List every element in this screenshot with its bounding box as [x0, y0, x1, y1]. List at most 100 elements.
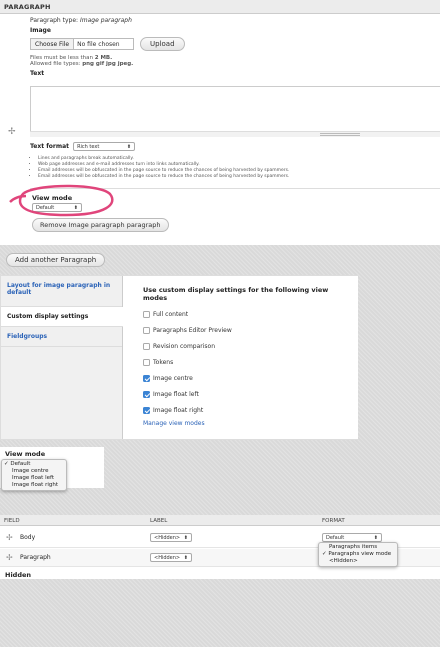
text-format-value: Rich text [77, 143, 100, 150]
select-arrows-icon: ⬍ [373, 534, 378, 541]
view-mode-checkbox[interactable] [143, 342, 150, 350]
drag-handle-icon[interactable]: ✢ [6, 533, 13, 542]
text-format-label: Text format [30, 143, 70, 150]
dropdown-option[interactable]: <Hidden> [322, 558, 394, 565]
text-editor[interactable] [30, 86, 440, 136]
editor-resize-bar[interactable] [30, 131, 440, 137]
display-settings-content: Use custom display settings for the foll… [123, 276, 358, 439]
resize-grip-icon[interactable] [320, 133, 360, 136]
view-mode-label: View mode [5, 450, 46, 458]
tab-layout[interactable]: Layout for image paragraph in default [1, 276, 122, 307]
remove-paragraph-button[interactable]: Remove Image paragraph paragraph [32, 218, 169, 232]
file-types-prefix: Allowed file types: [30, 61, 81, 67]
dropdown-option[interactable]: Image centre [4, 468, 64, 475]
dropdown-option[interactable]: ✓ Paragraphs view mode [322, 551, 394, 558]
dropdown-option[interactable]: Image float left [4, 475, 64, 482]
view-mode-option-label: Tokens [153, 358, 174, 366]
select-arrows-icon: ⬍ [126, 143, 132, 150]
checkmark-icon: ✓ [4, 461, 9, 467]
paragraph-type-line: Paragraph type: Image paragraph [30, 17, 440, 24]
text-format-select[interactable]: Rich text ⬍ [73, 142, 136, 151]
tab-fieldgroups[interactable]: Fieldgroups [1, 327, 122, 347]
view-mode-option-label: Full content [153, 310, 189, 318]
format-select[interactable]: Default ⬍ [322, 533, 382, 542]
view-mode-checkbox[interactable] [143, 358, 150, 366]
label-select-value: <Hidden> [154, 534, 181, 541]
view-mode-option[interactable]: Tokens [143, 354, 338, 370]
drag-handle-icon[interactable]: ✢ [8, 128, 16, 137]
image-label: Image [30, 27, 51, 34]
option-label: Image float left [12, 475, 54, 481]
drag-handle-icon[interactable]: ✢ [6, 553, 13, 562]
option-label: Image centre [12, 468, 49, 474]
view-mode-option[interactable]: Image float right [143, 402, 338, 418]
view-mode-options: Full content Paragraphs Editor Preview Rev… [143, 306, 338, 418]
view-mode-option-label: Image float left [153, 390, 199, 398]
view-mode-option[interactable]: Full content [143, 306, 338, 322]
upload-button[interactable]: Upload [140, 37, 185, 51]
format-hints-list: Lines and paragraphs break automatically… [38, 156, 438, 180]
annotation-circle-icon [9, 184, 114, 217]
paragraph-header: PARAGRAPH [0, 0, 440, 14]
no-file-text: No file chosen [77, 40, 120, 48]
view-mode-checkbox[interactable] [143, 390, 150, 398]
view-mode-checkbox[interactable] [143, 310, 150, 318]
label-select[interactable]: <Hidden> ⬍ [150, 533, 192, 542]
dropdown-option[interactable]: Paragraphs items [322, 544, 394, 551]
checkmark-icon: ✓ [322, 551, 327, 557]
view-mode-option[interactable]: Image centre [143, 370, 338, 386]
view-mode-checkbox[interactable] [143, 326, 150, 334]
view-mode-checkbox[interactable] [143, 374, 150, 382]
tab-custom-display-label: Custom display settings [7, 313, 89, 320]
table-header: FIELD LABEL FORMAT [0, 515, 440, 526]
format-select-value: Default [326, 534, 345, 541]
add-another-paragraph-button[interactable]: Add another Paragraph [6, 253, 106, 267]
option-label: Default [10, 461, 31, 467]
view-mode-option[interactable]: Revision comparison [143, 338, 338, 354]
file-types-value: png gif jpg jpeg. [82, 61, 134, 67]
paragraph-body: Paragraph type: Image paragraph Image Ch… [30, 17, 440, 77]
column-header-field: FIELD [4, 518, 20, 524]
label-select-value: <Hidden> [154, 554, 181, 561]
text-label: Text [30, 70, 45, 77]
view-mode-checkbox[interactable] [143, 406, 150, 414]
view-mode-option-label: Image float right [153, 406, 204, 414]
file-types-note: Allowed file types: png gif jpg jpeg. [30, 61, 440, 67]
label-select[interactable]: <Hidden> ⬍ [150, 553, 192, 562]
file-upload-row: Choose File No file chosen Upload [30, 37, 440, 51]
paragraph-panel: PARAGRAPH Paragraph type: Image paragrap… [0, 0, 440, 245]
display-settings-heading: Use custom display settings for the foll… [143, 286, 329, 302]
select-arrows-icon: ⬍ [183, 554, 188, 561]
select-arrows-icon: ⬍ [183, 534, 188, 541]
dropdown-option[interactable]: Image float right [4, 482, 64, 489]
text-format-row: Text format Rich text ⬍ [30, 142, 136, 151]
view-mode-option-label: Paragraphs Editor Preview [153, 326, 232, 334]
dropdown-option[interactable]: ✓ Default [4, 461, 64, 468]
option-label: Paragraphs items [329, 544, 378, 550]
option-label: Image float right [12, 482, 59, 488]
field-name: Body [20, 534, 36, 541]
view-mode-option[interactable]: Paragraphs Editor Preview [143, 322, 338, 338]
choose-file-button[interactable]: Choose File [31, 39, 75, 49]
view-mode-option-label: Revision comparison [153, 342, 216, 350]
view-mode-dropdown[interactable]: ✓ Default Image centre Image float left … [1, 459, 67, 491]
file-input[interactable]: Choose File No file chosen [30, 38, 134, 50]
column-header-format: FORMAT [322, 518, 345, 524]
vertical-tabs: Layout for image paragraph in default Cu… [1, 276, 123, 439]
option-label: Paragraphs view mode [328, 551, 392, 557]
format-hint: Email addresses will be obfuscated in th… [38, 174, 438, 180]
field-name: Paragraph [20, 554, 51, 561]
manage-view-modes-link[interactable]: Manage view modes [143, 420, 338, 427]
display-settings-panel: Layout for image paragraph in default Cu… [0, 275, 358, 440]
tab-custom-display[interactable]: Custom display settings [1, 307, 123, 327]
view-mode-dropdown-panel: View mode ara ✓ Default Image centre Ima… [0, 447, 104, 491]
view-mode-option-label: Image centre [153, 374, 193, 382]
tab-fieldgroups-label: Fieldgroups [7, 333, 48, 340]
paragraph-type-value: Image paragraph [80, 17, 132, 24]
paragraph-type-label: Paragraph type: [30, 17, 79, 24]
format-dropdown[interactable]: Paragraphs items ✓ Paragraphs view mode … [318, 542, 398, 567]
tab-layout-label: Layout for image paragraph in default [7, 282, 111, 296]
option-label: <Hidden> [329, 558, 358, 564]
view-mode-option[interactable]: Image float left [143, 386, 338, 402]
hidden-section-label: Hidden [5, 571, 32, 579]
